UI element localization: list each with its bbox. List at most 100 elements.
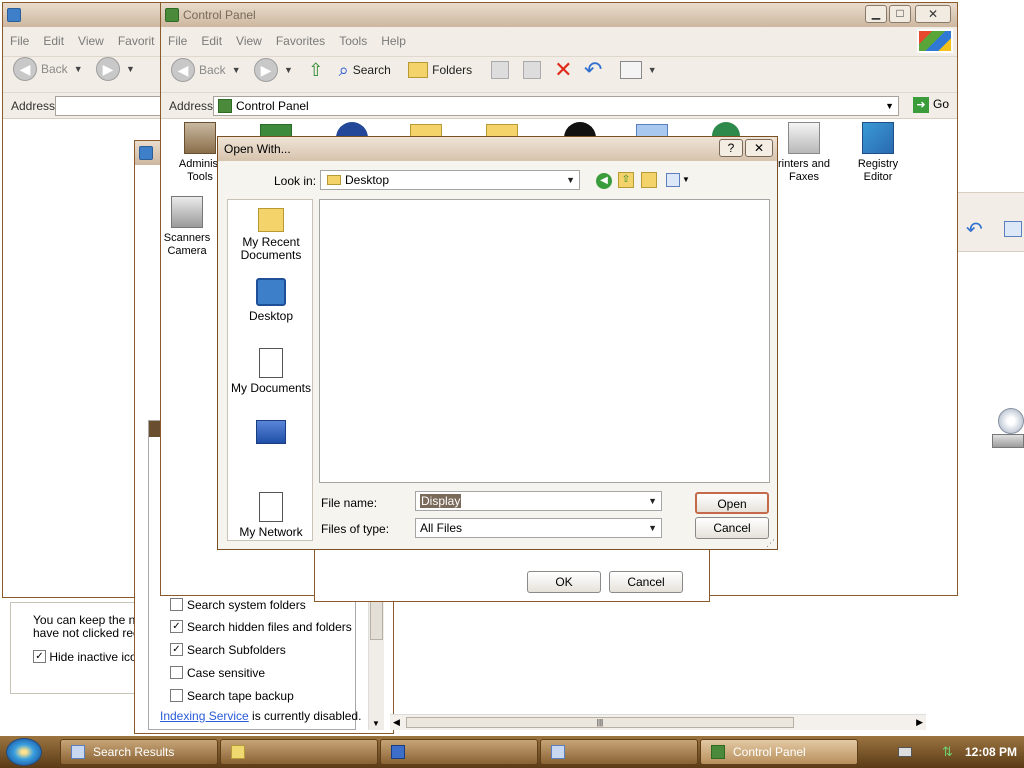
checkbox-checked-icon[interactable]: ✓ xyxy=(170,620,183,634)
checkbox-case-sensitive[interactable]: Case sensitive xyxy=(170,665,265,685)
menu-view[interactable]: View xyxy=(229,27,269,55)
taskbar-item-search-results[interactable]: Search Results xyxy=(60,739,218,765)
address-field[interactable] xyxy=(55,96,175,116)
chevron-down-icon[interactable]: ▼ xyxy=(74,64,83,74)
checkbox-checked-icon[interactable]: ✓ xyxy=(33,650,46,664)
chevron-down-icon[interactable]: ▼ xyxy=(566,171,575,189)
chevron-down-icon[interactable]: ▼ xyxy=(648,519,657,537)
place-my-documents[interactable]: My Documents xyxy=(228,348,314,395)
scroll-down-icon[interactable]: ▼ xyxy=(372,719,380,728)
views-menu-icon[interactable] xyxy=(666,173,680,187)
menu-file[interactable]: File xyxy=(3,27,36,55)
back-window-titlebar[interactable] xyxy=(3,3,171,27)
back-label[interactable]: Back xyxy=(199,63,226,77)
scrollbar-thumb[interactable] xyxy=(370,600,383,640)
close-button[interactable]: ✕ xyxy=(745,139,773,157)
place-my-recent-documents[interactable]: My Recent Documents xyxy=(228,208,314,262)
hide-inactive-checkbox[interactable]: ✓ Hide inactive icon xyxy=(33,649,143,664)
menu-tools[interactable]: Tools xyxy=(332,27,374,55)
back-arrow-icon[interactable]: ◀ xyxy=(596,173,612,189)
taskbar-item-window[interactable] xyxy=(540,739,698,765)
network-icon[interactable]: ⇅ xyxy=(942,744,953,760)
scroll-left-icon[interactable]: ◀ xyxy=(393,717,400,728)
chevron-down-icon[interactable]: ▼ xyxy=(232,65,241,75)
place-desktop[interactable]: Desktop xyxy=(228,278,314,323)
checkbox-icon[interactable] xyxy=(170,598,183,612)
back-arrow-icon[interactable]: ◀ xyxy=(13,57,37,81)
results-horizontal-scrollbar[interactable]: ◀ ||| ▶ xyxy=(390,714,926,730)
open-with-titlebar[interactable]: Open With... ? ✕ xyxy=(218,137,777,161)
clock[interactable]: 12:08 PM xyxy=(965,745,1017,759)
checkbox-search-system-folders[interactable]: Search system folders xyxy=(170,597,306,617)
taskbar-item-control-panel[interactable]: Control Panel xyxy=(700,739,858,765)
address-field[interactable]: Control Panel ▼ xyxy=(213,96,899,116)
menu-favorites[interactable]: Favorit xyxy=(111,27,162,55)
cd-drive-icon[interactable] xyxy=(992,408,1024,452)
checkbox-checked-icon[interactable]: ✓ xyxy=(170,643,183,657)
folders-button[interactable]: Folders xyxy=(432,63,472,77)
scroll-right-icon[interactable]: ▶ xyxy=(916,717,923,728)
file-list[interactable] xyxy=(319,199,770,483)
indexing-service-link[interactable]: Indexing Service xyxy=(160,709,249,723)
resize-grip-icon[interactable]: ⋰ xyxy=(766,538,775,549)
file-name-input[interactable]: Display ▼ xyxy=(415,491,662,511)
copy-to-icon[interactable] xyxy=(522,61,541,79)
close-button[interactable]: ✕ xyxy=(915,5,951,23)
back-arrow-icon[interactable]: ◀ xyxy=(171,58,195,82)
maximize-button[interactable]: □ xyxy=(889,5,911,23)
up-folder-icon[interactable]: ⇧ xyxy=(308,60,323,81)
views-icon[interactable] xyxy=(1004,221,1022,237)
forward-arrow-icon[interactable]: ▶ xyxy=(253,58,278,82)
menu-edit[interactable]: Edit xyxy=(194,27,229,55)
files-of-type-select[interactable]: All Files ▼ xyxy=(415,518,662,538)
search-icon[interactable]: ⌕ xyxy=(339,60,349,81)
look-in-select[interactable]: Desktop ▼ xyxy=(320,170,580,190)
start-button[interactable] xyxy=(6,738,42,766)
go-arrow-icon[interactable]: ➜ xyxy=(912,97,929,113)
chevron-down-icon[interactable]: ▼ xyxy=(648,492,657,510)
taskbar-item-folder[interactable] xyxy=(220,739,378,765)
help-button[interactable]: ? xyxy=(719,139,743,157)
new-folder-icon[interactable] xyxy=(641,172,657,188)
search-panel-scrollbar[interactable]: ▼ xyxy=(368,596,384,730)
chevron-down-icon[interactable]: ▼ xyxy=(126,64,135,74)
control-panel-titlebar[interactable]: Control Panel ▁ □ ✕ xyxy=(161,3,957,27)
chevron-down-icon[interactable]: ▼ xyxy=(682,175,690,184)
cp-item-registry-editor[interactable]: Registry Editor xyxy=(838,122,918,184)
up-folder-icon[interactable]: ⇧ xyxy=(618,172,634,188)
views-icon[interactable] xyxy=(619,61,642,79)
cancel-button[interactable]: Cancel xyxy=(609,571,683,593)
cp-item-scanners-and-cameras[interactable]: Scanners Camera xyxy=(154,196,220,258)
menu-file[interactable]: File xyxy=(161,27,194,55)
forward-arrow-icon[interactable]: ▶ xyxy=(95,57,120,81)
folders-icon[interactable] xyxy=(408,62,429,78)
back-label[interactable]: Back xyxy=(41,62,68,76)
minimize-button[interactable]: ▁ xyxy=(865,5,887,23)
undo-icon[interactable]: ↶ xyxy=(966,217,983,242)
menu-help[interactable]: Help xyxy=(374,27,413,55)
search-button[interactable]: Search xyxy=(353,63,391,77)
menu-favorites[interactable]: Favorites xyxy=(269,27,332,55)
checkbox-icon[interactable] xyxy=(170,666,183,680)
chevron-down-icon[interactable]: ▼ xyxy=(648,65,657,75)
go-button[interactable]: ➜ Go xyxy=(912,97,949,113)
menu-view[interactable]: View xyxy=(71,27,111,55)
checkbox-search-tape-backup[interactable]: Search tape backup xyxy=(170,688,294,708)
open-button[interactable]: Open xyxy=(695,492,769,514)
menu-edit[interactable]: Edit xyxy=(36,27,71,55)
chevron-down-icon[interactable]: ▼ xyxy=(885,97,894,115)
cancel-button[interactable]: Cancel xyxy=(695,517,769,539)
taskbar-item-my-computer[interactable] xyxy=(380,739,538,765)
place-my-network[interactable]: My Network xyxy=(228,492,314,539)
chevron-down-icon[interactable]: ▼ xyxy=(284,65,293,75)
undo-icon[interactable]: ↶ xyxy=(584,57,602,83)
checkbox-search-hidden-files[interactable]: ✓ Search hidden files and folders xyxy=(170,619,352,639)
delete-icon[interactable]: ✕ xyxy=(554,57,572,83)
scrollbar-thumb[interactable]: ||| xyxy=(406,717,794,728)
move-to-icon[interactable] xyxy=(491,61,510,79)
ok-button[interactable]: OK xyxy=(527,571,601,593)
keyboard-icon[interactable] xyxy=(898,747,912,757)
place-my-computer[interactable] xyxy=(228,420,314,444)
checkbox-icon[interactable] xyxy=(170,689,183,703)
checkbox-search-subfolders[interactable]: ✓ Search Subfolders xyxy=(170,642,286,662)
